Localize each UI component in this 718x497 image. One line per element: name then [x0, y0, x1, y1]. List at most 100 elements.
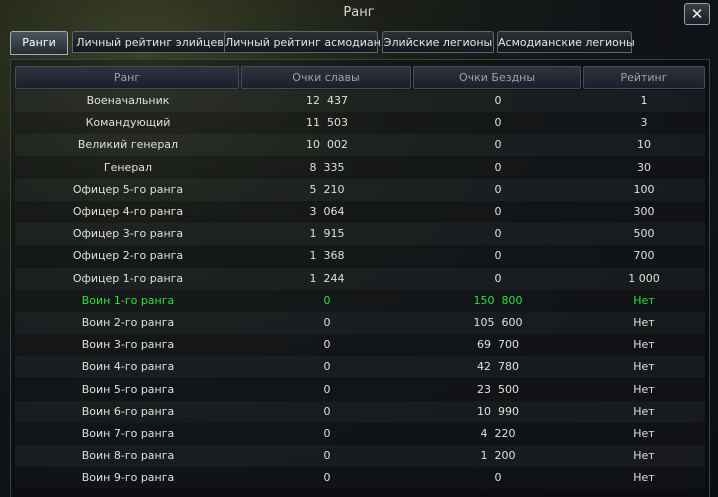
- glory-points-cell: 0: [323, 449, 331, 463]
- glory-points-cell: 5 210: [309, 182, 345, 196]
- table-row[interactable]: Воин 4-го ранга 0 42 780 Нет: [15, 356, 705, 379]
- tab-asmodian-personal-rating[interactable]: Личный рейтинг асмодиан: [224, 31, 381, 53]
- glory-points-cell: 3 064: [309, 205, 345, 218]
- rank-name-cell: Воин 4-го ранга: [81, 360, 175, 374]
- rating-cell: 700: [633, 249, 655, 263]
- rating-cell: Нет: [633, 427, 655, 440]
- glory-points-cell: 12 437: [306, 94, 348, 107]
- rank-name-cell: Воин 5-го ранга: [81, 382, 175, 396]
- table-row[interactable]: Воин 2-го ранга 0 105 600 Нет: [15, 312, 705, 334]
- table-row[interactable]: Офицер 3-го ранга 1 915 0 500: [15, 223, 705, 246]
- rank-name-cell: Воин 2-го ранга: [81, 316, 175, 329]
- rank-name-cell: Офицер 5-го ранга: [72, 182, 184, 196]
- abyss-points-cell: 0: [494, 138, 502, 152]
- rating-cell: 3: [640, 116, 648, 130]
- rating-cell: 30: [637, 160, 651, 174]
- table-row[interactable]: Воин 6-го ранга 0 10 990 Нет: [15, 400, 705, 423]
- rank-name-cell: Офицер 2-го ранга: [72, 249, 184, 263]
- rating-cell: Нет: [633, 338, 655, 352]
- header-abyss-points[interactable]: Очки Бездны: [413, 66, 581, 89]
- rating-cell: 10: [637, 138, 651, 152]
- abyss-points-cell: 0: [494, 160, 502, 174]
- glory-points-cell: 1 915: [309, 227, 345, 241]
- rank-name-cell: Офицер 3-го ранга: [72, 227, 184, 241]
- abyss-points-cell: 0: [494, 227, 502, 241]
- abyss-points-cell: 0: [494, 182, 502, 196]
- rank-name-cell: Офицер 1-го ранга: [72, 271, 184, 285]
- rating-cell: Нет: [633, 316, 655, 329]
- rank-name-cell: Офицер 4-го ранга: [72, 205, 184, 218]
- table-row[interactable]: Офицер 4-го ранга 3 064 0 300: [15, 201, 705, 223]
- rating-cell: 1: [640, 94, 648, 107]
- glory-points-cell: 0: [323, 360, 331, 374]
- glory-points-cell: 1 368: [309, 249, 345, 263]
- rank-name-cell: Воин 6-го ранга: [81, 404, 175, 418]
- rank-name-cell: Военачальник: [86, 94, 170, 107]
- glory-points-cell: 0: [323, 316, 331, 329]
- rating-cell: 500: [633, 227, 655, 241]
- rating-cell: 100: [633, 182, 655, 196]
- tab-asmodian-legions[interactable]: Асмодианские легионы: [497, 31, 635, 53]
- rank-name-cell: Воин 8-го ранга: [81, 449, 175, 463]
- glory-points-cell: 1 244: [309, 271, 345, 285]
- rank-name-cell: Великий генерал: [77, 138, 179, 152]
- glory-points-cell: 0: [323, 338, 331, 352]
- table-row[interactable]: Офицер 1-го ранга 1 244 0 1 000: [15, 267, 705, 290]
- abyss-points-cell: 0: [494, 271, 502, 285]
- tab-elyos-legions[interactable]: Элийские легионы: [382, 31, 494, 53]
- table-header: Ранг Очки славы Очки Бездны Рейтинг: [15, 66, 705, 89]
- table-row[interactable]: Генерал 8 335 0 30: [15, 156, 705, 179]
- header-rating[interactable]: Рейтинг: [583, 66, 705, 89]
- glory-points-cell: 0: [323, 382, 331, 396]
- close-icon: ✕: [690, 5, 704, 23]
- table-row[interactable]: Великий генерал 10 002 0 10: [15, 134, 705, 157]
- abyss-points-cell: 69 700: [477, 338, 519, 352]
- table-row[interactable]: Воин 9-го ранга 0 0 Нет: [15, 467, 705, 490]
- abyss-points-cell: 0: [494, 249, 502, 263]
- rating-cell: Нет: [633, 382, 655, 396]
- table-row[interactable]: Офицер 5-го ранга 5 210 0 100: [15, 178, 705, 201]
- rank-name-cell: Воин 1-го ранга: [81, 293, 175, 307]
- abyss-points-cell: 10 990: [477, 404, 519, 418]
- rating-cell: Нет: [633, 404, 655, 418]
- rank-name-cell: Воин 7-го ранга: [81, 427, 175, 440]
- rank-name-cell: Воин 3-го ранга: [81, 338, 175, 352]
- abyss-points-cell: 0: [494, 471, 502, 485]
- close-button[interactable]: ✕: [684, 3, 710, 25]
- table-row[interactable]: Воин 3-го ранга 0 69 700 Нет: [15, 334, 705, 357]
- header-glory-points[interactable]: Очки славы: [241, 66, 411, 89]
- table-row[interactable]: Воин 1-го ранга 0 150 800 Нет: [15, 289, 705, 312]
- abyss-points-cell: 150 800: [473, 293, 523, 307]
- rating-cell: 1 000: [628, 271, 660, 285]
- rating-cell: Нет: [633, 360, 655, 374]
- header-rank[interactable]: Ранг: [15, 66, 239, 89]
- glory-points-cell: 11 503: [306, 116, 348, 130]
- rank-name-cell: Командующий: [85, 116, 171, 130]
- glory-points-cell: 0: [323, 471, 331, 485]
- abyss-points-cell: 0: [494, 116, 502, 130]
- table-row[interactable]: Командующий 11 503 0 3: [15, 112, 705, 135]
- abyss-points-cell: 0: [494, 94, 502, 107]
- abyss-points-cell: 0: [494, 205, 502, 218]
- abyss-points-cell: 105 600: [473, 316, 523, 329]
- window-title: Ранг: [343, 5, 375, 20]
- glory-points-cell: 0: [323, 404, 331, 418]
- rating-cell: Нет: [633, 471, 655, 485]
- abyss-points-cell: 1 200: [480, 449, 516, 463]
- glory-points-cell: 0: [323, 427, 331, 440]
- rank-table-panel: Ранг Очки славы Очки Бездны Рейтинг Воен…: [10, 59, 710, 497]
- tab-elyos-personal-rating[interactable]: Личный рейтинг элийцев: [72, 31, 228, 53]
- rating-cell: 300: [633, 205, 655, 218]
- table-row[interactable]: Воин 7-го ранга 0 4 220 Нет: [15, 423, 705, 445]
- table-row[interactable]: Воин 8-го ранга 0 1 200 Нет: [15, 445, 705, 468]
- abyss-points-cell: 42 780: [477, 360, 519, 374]
- tab-ranks[interactable]: Ранги: [10, 31, 68, 55]
- rank-name-cell: Воин 9-го ранга: [81, 471, 175, 485]
- table-row[interactable]: Воин 5-го ранга 0 23 500 Нет: [15, 378, 705, 401]
- table-row[interactable]: Военачальник 12 437 0 1: [15, 90, 705, 112]
- abyss-points-cell: 4 220: [480, 427, 516, 440]
- abyss-points-cell: 23 500: [477, 382, 519, 396]
- rank-window: Ранг ✕ Ранги Личный рейтинг элийцев Личн…: [0, 0, 718, 497]
- glory-points-cell: 0: [323, 293, 331, 307]
- table-row[interactable]: Офицер 2-го ранга 1 368 0 700: [15, 245, 705, 268]
